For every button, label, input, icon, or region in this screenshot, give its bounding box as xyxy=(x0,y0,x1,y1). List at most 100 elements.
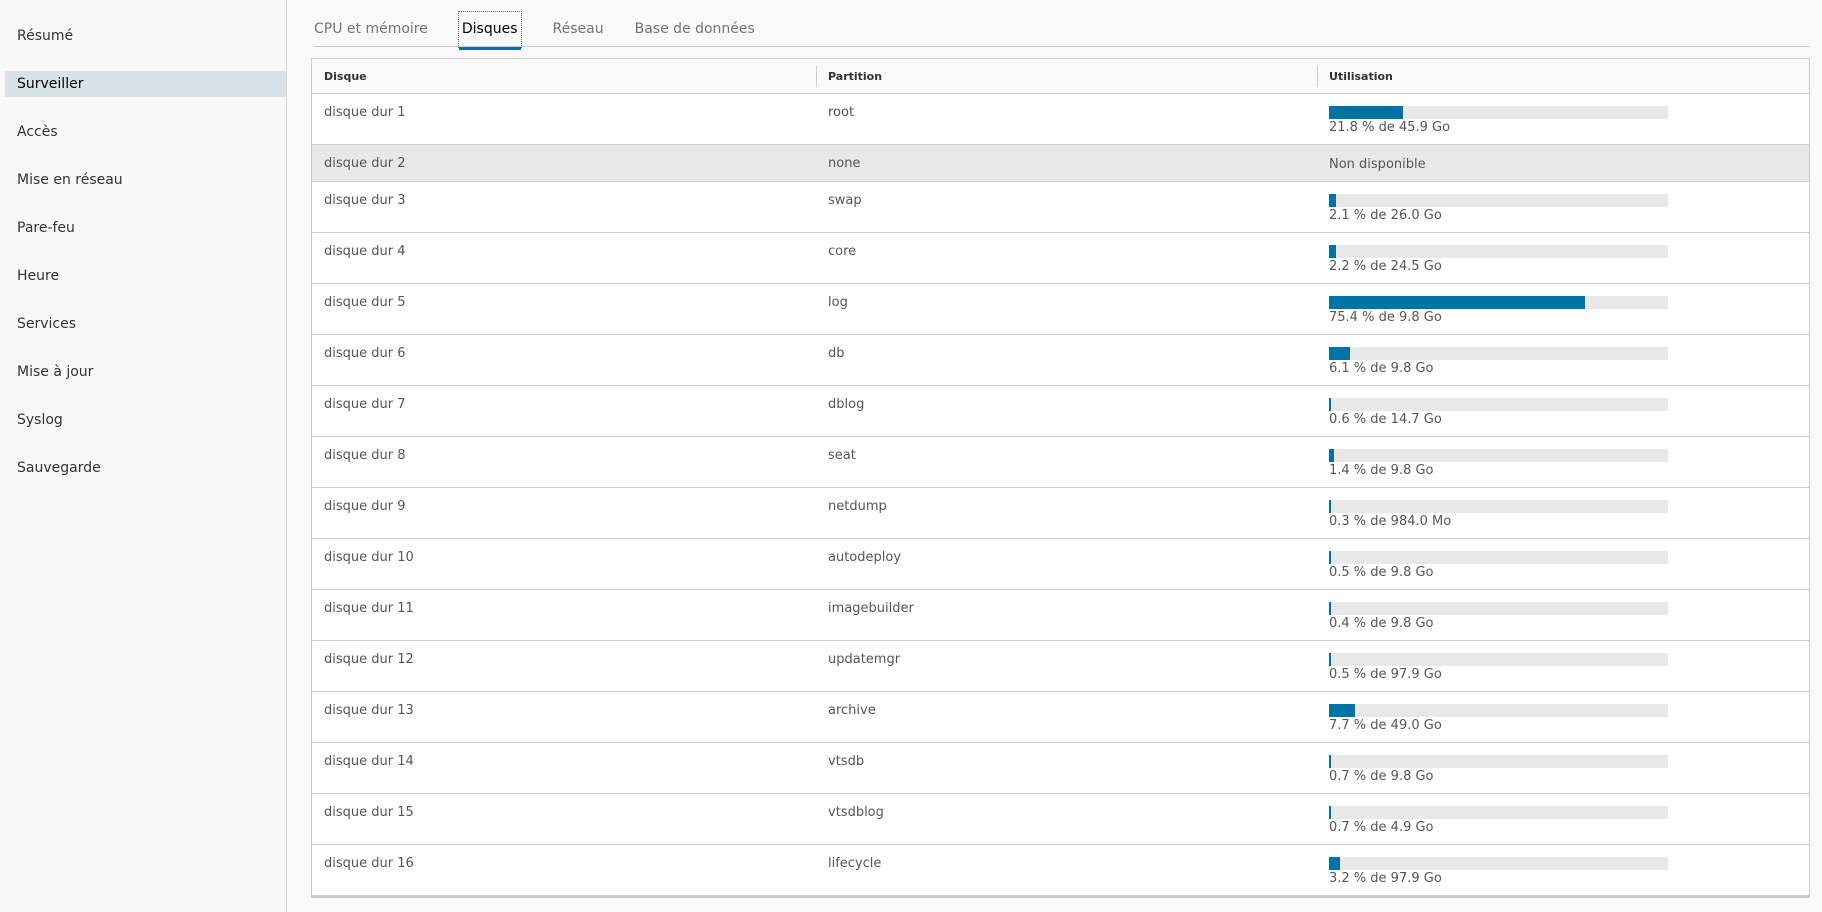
table-row[interactable]: disque dur 16 lifecycle 3.2 % de 97.9 Go xyxy=(312,845,1809,897)
table-row[interactable]: disque dur 9 netdump 0.3 % de 984.0 Mo xyxy=(312,488,1809,539)
table-row[interactable]: disque dur 7 dblog 0.6 % de 14.7 Go xyxy=(312,386,1809,437)
table-row[interactable]: disque dur 3 swap 2.1 % de 26.0 Go xyxy=(312,182,1809,233)
usage-cell: 1.4 % de 9.8 Go xyxy=(1317,437,1809,487)
table-row[interactable]: disque dur 5 log 75.4 % de 9.8 Go xyxy=(312,284,1809,335)
usage-bar xyxy=(1329,245,1668,258)
usage-bar-fill xyxy=(1329,551,1331,564)
usage-cell: 0.3 % de 984.0 Mo xyxy=(1317,488,1809,538)
column-header-utilisation[interactable]: Utilisation xyxy=(1317,59,1809,93)
usage-bar-fill xyxy=(1329,704,1356,717)
usage-cell: 0.6 % de 14.7 Go xyxy=(1317,386,1809,436)
sidebar-item-mise-en-reseau[interactable]: Mise en réseau xyxy=(5,167,286,193)
sidebar-item-acces[interactable]: Accès xyxy=(5,119,286,145)
disk-name-cell: disque dur 5 xyxy=(324,295,406,310)
disk-name-cell: disque dur 8 xyxy=(324,448,406,463)
usage-label: 0.7 % de 4.9 Go xyxy=(1329,820,1434,835)
table-row[interactable]: disque dur 12 updatemgr 0.5 % de 97.9 Go xyxy=(312,641,1809,692)
usage-bar-fill xyxy=(1329,106,1403,119)
usage-cell: Non disponible xyxy=(1317,145,1809,181)
tab-cpu-memoire[interactable]: CPU et mémoire xyxy=(314,0,428,46)
usage-cell: 6.1 % de 9.8 Go xyxy=(1317,335,1809,385)
usage-bar xyxy=(1329,500,1668,513)
sidebar-item-mise-a-jour[interactable]: Mise à jour xyxy=(5,359,286,385)
usage-label: 3.2 % de 97.9 Go xyxy=(1329,871,1442,886)
column-header-partition[interactable]: Partition xyxy=(816,59,1317,93)
usage-bar xyxy=(1329,602,1668,615)
usage-cell: 0.7 % de 4.9 Go xyxy=(1317,794,1809,844)
tab-reseau[interactable]: Réseau xyxy=(553,0,604,46)
partition-cell: autodeploy xyxy=(828,550,902,565)
table-row[interactable]: disque dur 4 core 2.2 % de 24.5 Go xyxy=(312,233,1809,284)
usage-bar-fill xyxy=(1329,755,1332,768)
usage-bar xyxy=(1329,806,1668,819)
tab-base-de-donnees[interactable]: Base de données xyxy=(635,0,755,46)
disk-name-cell: disque dur 14 xyxy=(324,754,414,769)
usage-bar-fill xyxy=(1329,449,1334,462)
usage-bar-fill xyxy=(1329,806,1332,819)
usage-bar-fill xyxy=(1329,602,1331,615)
sidebar-item-syslog[interactable]: Syslog xyxy=(5,407,286,433)
disk-name-cell: disque dur 16 xyxy=(324,856,414,871)
usage-bar xyxy=(1329,106,1668,119)
table-row[interactable]: disque dur 13 archive 7.7 % de 49.0 Go xyxy=(312,692,1809,743)
usage-label: Non disponible xyxy=(1329,157,1426,172)
usage-label: 0.5 % de 97.9 Go xyxy=(1329,667,1442,682)
usage-cell: 2.2 % de 24.5 Go xyxy=(1317,233,1809,283)
disk-name-cell: disque dur 12 xyxy=(324,652,414,667)
usage-label: 0.6 % de 14.7 Go xyxy=(1329,412,1442,427)
usage-bar xyxy=(1329,194,1668,207)
partition-cell: none xyxy=(828,156,861,171)
partition-cell: db xyxy=(828,346,845,361)
usage-label: 75.4 % de 9.8 Go xyxy=(1329,310,1442,325)
usage-cell: 0.5 % de 9.8 Go xyxy=(1317,539,1809,589)
disk-name-cell: disque dur 13 xyxy=(324,703,414,718)
sidebar-item-resume[interactable]: Résumé xyxy=(5,23,286,49)
table-row[interactable]: disque dur 1 root 21.8 % de 45.9 Go xyxy=(312,94,1809,145)
sidebar-item-sauvegarde[interactable]: Sauvegarde xyxy=(5,455,286,481)
column-header-disque[interactable]: Disque xyxy=(312,59,816,93)
usage-label: 6.1 % de 9.8 Go xyxy=(1329,361,1434,376)
usage-label: 0.4 % de 9.8 Go xyxy=(1329,616,1434,631)
usage-bar-fill xyxy=(1329,194,1337,207)
usage-bar xyxy=(1329,653,1668,666)
table-row[interactable]: disque dur 14 vtsdb 0.7 % de 9.8 Go xyxy=(312,743,1809,794)
usage-cell: 75.4 % de 9.8 Go xyxy=(1317,284,1809,334)
usage-bar-fill xyxy=(1329,296,1585,309)
usage-bar-fill xyxy=(1329,857,1340,870)
usage-label: 0.7 % de 9.8 Go xyxy=(1329,769,1434,784)
disk-name-cell: disque dur 9 xyxy=(324,499,406,514)
disk-name-cell: disque dur 3 xyxy=(324,193,406,208)
usage-bar-fill xyxy=(1329,500,1331,513)
disk-name-cell: disque dur 15 xyxy=(324,805,414,820)
sidebar-item-heure[interactable]: Heure xyxy=(5,263,286,289)
usage-cell: 2.1 % de 26.0 Go xyxy=(1317,182,1809,232)
main-content: CPU et mémoire Disques Réseau Base de do… xyxy=(287,0,1822,912)
usage-cell: 3.2 % de 97.9 Go xyxy=(1317,845,1809,895)
disk-name-cell: disque dur 6 xyxy=(324,346,406,361)
partition-cell: lifecycle xyxy=(828,856,882,871)
partition-cell: seat xyxy=(828,448,856,463)
sidebar-item-surveiller[interactable]: Surveiller xyxy=(5,71,286,97)
sidebar-item-pare-feu[interactable]: Pare-feu xyxy=(5,215,286,241)
sidebar-item-services[interactable]: Services xyxy=(5,311,286,337)
table-row[interactable]: disque dur 15 vtsdblog 0.7 % de 4.9 Go xyxy=(312,794,1809,845)
partition-cell: swap xyxy=(828,193,862,208)
partition-cell: imagebuilder xyxy=(828,601,914,616)
usage-cell: 0.7 % de 9.8 Go xyxy=(1317,743,1809,793)
table-row[interactable]: disque dur 6 db 6.1 % de 9.8 Go xyxy=(312,335,1809,386)
table-row[interactable]: disque dur 10 autodeploy 0.5 % de 9.8 Go xyxy=(312,539,1809,590)
table-row[interactable]: disque dur 8 seat 1.4 % de 9.8 Go xyxy=(312,437,1809,488)
usage-bar xyxy=(1329,857,1668,870)
tab-disques[interactable]: Disques xyxy=(457,11,522,50)
table-row[interactable]: disque dur 11 imagebuilder 0.4 % de 9.8 Go xyxy=(312,590,1809,641)
partition-cell: netdump xyxy=(828,499,887,514)
usage-bar xyxy=(1329,347,1668,360)
usage-bar xyxy=(1329,704,1668,717)
table-row[interactable]: disque dur 2 none Non disponible xyxy=(312,145,1809,182)
usage-cell: 0.5 % de 97.9 Go xyxy=(1317,641,1809,691)
usage-bar-fill xyxy=(1329,653,1331,666)
partition-cell: core xyxy=(828,244,857,259)
app-window: Résumé Surveiller Accès Mise en réseau P… xyxy=(0,0,1822,912)
usage-bar-fill xyxy=(1329,347,1350,360)
usage-label: 0.3 % de 984.0 Mo xyxy=(1329,514,1452,529)
